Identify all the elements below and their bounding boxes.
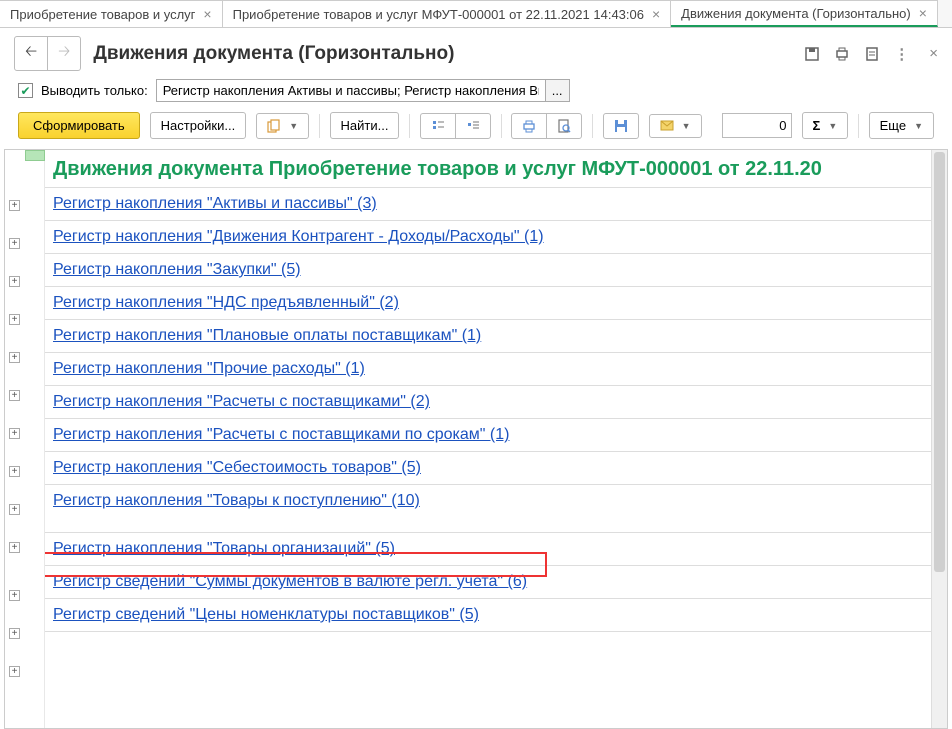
filter-label: Выводить только: [41,83,148,98]
gutter-strip[interactable] [25,150,45,161]
tab-1[interactable]: Приобретение товаров и услуг × [0,0,223,27]
register-link[interactable]: Регистр накопления "Плановые оплаты пост… [53,327,481,344]
tab-3[interactable]: Движения документа (Горизонтально) × [671,0,938,27]
register-row: Регистр накопления "Расчеты с поставщика… [45,386,931,419]
register-row: Регистр накопления "Закупки" (5) [45,254,931,287]
filter-checkbox[interactable]: ✔ [18,83,33,98]
number-input[interactable] [722,113,792,138]
register-link[interactable]: Регистр накопления "Расчеты с поставщика… [53,393,430,410]
collapse-all-button[interactable] [455,113,491,139]
register-row: Регистр накопления "Товары к поступлению… [45,485,931,533]
close-icon[interactable]: × [652,6,660,22]
expand-icon[interactable]: + [9,466,20,477]
close-icon[interactable]: × [203,6,211,22]
tab-2[interactable]: Приобретение товаров и услуг МФУТ-000001… [223,0,672,27]
outline-gutter: + + + + + + + + + + + + + [5,150,45,728]
print-button[interactable] [511,113,546,139]
register-row: Регистр накопления "Себестоимость товаро… [45,452,931,485]
generate-button[interactable]: Сформировать [18,112,140,139]
register-link[interactable]: Регистр накопления "Закупки" (5) [53,261,301,278]
settings-button[interactable]: Настройки... [150,112,247,139]
expand-icon[interactable]: + [9,542,20,553]
document-icon[interactable] [864,46,880,62]
filter-row: ✔ Выводить только: ... [0,75,952,106]
back-button[interactable]: 🡠 [15,37,48,70]
register-row: Регистр накопления "Активы и пассивы" (3… [45,188,931,221]
toolbar: Сформировать Настройки... ▼ Найти... ▼ Σ… [0,106,952,145]
save-icon[interactable] [804,46,820,62]
expand-icon[interactable]: + [9,276,20,287]
register-link[interactable]: Регистр накопления "Товары к поступлению… [53,492,420,509]
mail-button[interactable]: ▼ [649,114,702,138]
vertical-scrollbar[interactable] [931,150,947,728]
header: 🡠 🡢 Движения документа (Горизонтально) ⋮… [0,28,952,75]
more-button[interactable]: Еще▼ [869,112,934,139]
register-row: Регистр сведений "Цены номенклатуры пост… [45,599,931,632]
filter-more-button[interactable]: ... [546,79,570,102]
print-icon[interactable] [834,46,850,62]
report-title: Движения документа Приобретение товаров … [45,150,931,188]
register-row: Регистр накопления "Товары организаций" … [45,533,931,566]
register-link[interactable]: Регистр накопления "Товары организаций" … [53,540,395,557]
register-link[interactable]: Регистр накопления "Расчеты с поставщика… [53,426,509,443]
tab-1-label: Приобретение товаров и услуг [10,7,195,22]
find-button[interactable]: Найти... [330,112,400,139]
register-row: Регистр сведений "Суммы документов в вал… [45,566,931,599]
register-row: Регистр накопления "Расчеты с поставщика… [45,419,931,452]
tab-bar: Приобретение товаров и услуг × Приобрете… [0,0,952,28]
nav-arrows: 🡠 🡢 [14,36,81,71]
page-title: Движения документа (Горизонтально) [93,43,792,65]
expand-icon[interactable]: + [9,590,20,601]
register-row: Регистр накопления "Прочие расходы" (1) [45,353,931,386]
register-row: Регистр накопления "Плановые оплаты пост… [45,320,931,353]
expand-all-button[interactable] [420,113,455,139]
register-link[interactable]: Регистр накопления "Движения Контрагент … [53,228,544,245]
expand-icon[interactable]: + [9,504,20,515]
register-link[interactable]: Регистр накопления "Прочие расходы" (1) [53,360,365,377]
expand-icon[interactable]: + [9,666,20,677]
header-actions: ⋮ × [804,45,938,63]
register-row: Регистр накопления "Движения Контрагент … [45,221,931,254]
expand-icon[interactable]: + [9,200,20,211]
register-row: Регистр накопления "НДС предъявленный" (… [45,287,931,320]
register-link[interactable]: Регистр сведений "Суммы документов в вал… [53,573,527,590]
expand-icon[interactable]: + [9,390,20,401]
expand-icon[interactable]: + [9,238,20,249]
filter-input[interactable] [156,79,546,102]
tab-2-label: Приобретение товаров и услуг МФУТ-000001… [233,7,644,22]
register-link[interactable]: Регистр накопления "НДС предъявленный" (… [53,294,399,311]
menu-icon[interactable]: ⋮ [894,45,909,63]
report-area: + + + + + + + + + + + + + Движения докум… [4,149,948,729]
report-content: Движения документа Приобретение товаров … [45,150,931,728]
register-link[interactable]: Регистр накопления "Себестоимость товаро… [53,459,421,476]
sum-button[interactable]: Σ▼ [802,112,849,139]
tab-3-label: Движения документа (Горизонтально) [681,6,911,21]
register-link[interactable]: Регистр накопления "Активы и пассивы" (3… [53,195,377,212]
scrollbar-thumb[interactable] [934,152,945,572]
expand-icon[interactable]: + [9,428,20,439]
preview-button[interactable] [546,113,582,139]
register-link[interactable]: Регистр сведений "Цены номенклатуры пост… [53,606,479,623]
copy-button[interactable]: ▼ [256,113,309,139]
expand-icon[interactable]: + [9,628,20,639]
forward-button[interactable]: 🡢 [48,37,80,70]
close-icon[interactable]: × [919,5,927,21]
close-icon[interactable]: × [929,45,938,62]
save-file-button[interactable] [603,113,639,139]
expand-icon[interactable]: + [9,352,20,363]
expand-icon[interactable]: + [9,314,20,325]
